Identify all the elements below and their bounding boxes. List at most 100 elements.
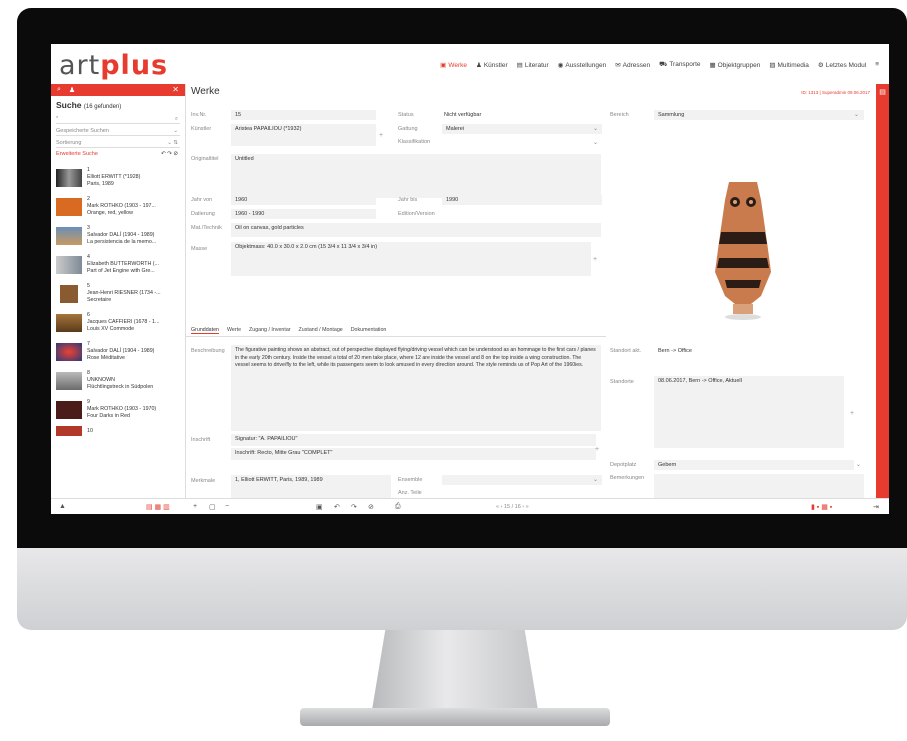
person-icon: ♟: [475, 61, 482, 69]
tab-werte[interactable]: Werte: [227, 327, 241, 334]
add-icon[interactable]: +: [593, 256, 597, 263]
nav-ausstellungen[interactable]: ◉ Ausstellungen: [558, 61, 607, 69]
description-field[interactable]: The figurative painting shows an abstrac…: [231, 345, 601, 431]
thumbnail: [56, 168, 82, 187]
gattung-select[interactable]: Malerei: [442, 124, 602, 134]
chevron-down-icon: ⌄: [173, 128, 178, 134]
search-input[interactable]: * ⌕: [56, 114, 180, 124]
top-bar: artplus ▣ Werke ♟ Künstler ▤ Literatur ◉ Aus…: [51, 44, 889, 84]
upload-icon[interactable]: ▲: [59, 503, 66, 510]
main-panel: Werke ID: 1313 | Superadmin 09.06.2017 I…: [186, 84, 876, 498]
ensemble-select[interactable]: [442, 475, 602, 485]
redo-icon[interactable]: ↷: [351, 503, 357, 511]
chevron-down-icon: ⌄: [856, 462, 862, 468]
current-location[interactable]: Bern -> Office: [658, 348, 692, 354]
add-icon[interactable]: +: [379, 132, 383, 139]
thumbnail: [56, 313, 82, 332]
right-panel-strip[interactable]: ▤: [876, 84, 889, 498]
nav-transporte[interactable]: ⛟ Transporte: [659, 60, 700, 69]
undo-icon[interactable]: ↶: [334, 503, 340, 511]
list-item[interactable]: 8 UNKNOWN Flüchtlingstreck in Südpolen: [51, 366, 185, 395]
year-to-field[interactable]: 1990: [442, 195, 602, 205]
nav-kuenstler[interactable]: ♟ Künstler: [476, 61, 508, 69]
chevron-down-icon: ⌄ ⇅: [167, 140, 178, 146]
search-icon: ⌕: [174, 116, 178, 122]
panel-icon[interactable]: ▤: [876, 88, 889, 96]
nav-objektgruppen[interactable]: ▦ Objektgruppen: [710, 61, 761, 69]
dating-field[interactable]: 1960 - 1990: [231, 209, 376, 219]
close-icon[interactable]: ✕: [172, 85, 179, 94]
nav-literatur[interactable]: ▤ Literatur: [517, 61, 549, 69]
bereich-select[interactable]: Sammlung: [654, 110, 864, 120]
save-icon[interactable]: ▣: [316, 503, 323, 511]
chevron-down-icon: ⌄: [593, 140, 599, 146]
copy-icon[interactable]: ▢: [209, 503, 216, 511]
sort-select[interactable]: Sortierung ⌄ ⇅: [56, 138, 180, 148]
monitor-chin: [17, 548, 907, 630]
thumbnail: [56, 226, 82, 245]
add-icon[interactable]: +: [595, 446, 599, 453]
tab-zugang[interactable]: Zugang / Inventar: [249, 327, 291, 334]
technique-field[interactable]: Oil on canvas, gold particles: [231, 223, 601, 237]
view-toggle-icons[interactable]: ▤ ▦ ▥: [146, 503, 170, 511]
gear-icon: ⚙: [817, 61, 824, 69]
remarks-field[interactable]: [654, 474, 864, 498]
page-title: Werke: [191, 86, 220, 97]
group-icon: ▦: [709, 61, 716, 69]
list-item[interactable]: 5 Jean-Henri RIESNER (1734 -... Secretaire: [51, 279, 185, 308]
cancel-icon[interactable]: ⊘: [368, 503, 374, 511]
media-icon: ▨: [769, 61, 776, 69]
artwork-image: [715, 182, 771, 320]
undo-redo-reset-icons: ↶ ↷ ⊘: [161, 151, 178, 157]
list-item[interactable]: 3 Salvador DALÍ (1904 - 1989) La persisten…: [51, 221, 185, 250]
thumbnail: [56, 426, 82, 436]
tab-dokumentation[interactable]: Dokumentation: [351, 327, 387, 334]
extended-search-link[interactable]: Erweiterte Suche ↶ ↷ ⊘: [56, 151, 180, 157]
saved-searches-select[interactable]: Gespeicherte Suchen ⌄: [56, 126, 180, 136]
tab-divider: [186, 336, 606, 337]
export-icons[interactable]: ▮ ▪ ▦ ▪: [811, 503, 832, 511]
original-title-field[interactable]: Untitled: [231, 154, 601, 198]
artist-field[interactable]: Aristea PAPAILIOU (*1932): [231, 124, 376, 146]
nav-letztes-modul[interactable]: ⚙ Letztes Modul: [818, 61, 866, 69]
nav-adressen[interactable]: ✉ Adressen: [615, 61, 650, 69]
artplus-logo[interactable]: artplus: [59, 50, 168, 81]
print-icon[interactable]: ⎙: [395, 503, 401, 511]
inscription-field-2[interactable]: Inschrift: Recto, Mitte Grau "COMPLET": [231, 448, 596, 460]
add-icon[interactable]: +: [850, 410, 854, 417]
merkmale-field[interactable]: 1, Elliott ERWITT, Paris, 1989, 1989: [231, 475, 391, 498]
book-icon: ▤: [516, 61, 523, 69]
inv-nr-field[interactable]: 15: [231, 110, 376, 120]
nav-werke[interactable]: ▣ Werke: [440, 61, 467, 69]
list-item[interactable]: 2 Mark ROTHKO (1903 - 197... Orange, red, …: [51, 192, 185, 221]
search-icon[interactable]: ⌕: [57, 86, 61, 94]
list-item[interactable]: 9 Mark ROTHKO (1903 - 1970) Four Darks in …: [51, 395, 185, 424]
list-item[interactable]: 10: [51, 424, 185, 438]
exhibition-icon: ◉: [557, 61, 564, 69]
status-value[interactable]: Nicht verfügbar: [444, 112, 481, 118]
menu-icon[interactable]: ≡: [875, 61, 881, 68]
year-from-field[interactable]: 1960: [231, 195, 376, 205]
tab-zustand[interactable]: Zustand / Montage: [299, 327, 343, 334]
thumbnail: [56, 371, 82, 390]
nav-multimedia[interactable]: ▨ Multimedia: [769, 61, 809, 69]
list-item[interactable]: 6 Jacques CAFFIERI (1678 - 1... Louis XV C…: [51, 308, 185, 337]
envelope-icon: ✉: [615, 61, 621, 69]
depot-select[interactable]: Gebern: [654, 460, 854, 470]
results-list: 1 Elliott ERWITT (*1928) Paris, 1989 2 Mark…: [51, 163, 185, 438]
dimensions-field[interactable]: Objektmass: 40.0 x 30.0 x 2.0 cm (15 3/4…: [231, 242, 591, 276]
thumbnail: [56, 197, 82, 216]
list-item[interactable]: 4 Elizabeth BUTTERWORTH (... Part of Jet E…: [51, 250, 185, 279]
tab-grunddaten[interactable]: Grunddaten: [191, 327, 219, 334]
add-icon[interactable]: +: [193, 503, 197, 510]
user-icon[interactable]: ♟: [69, 86, 75, 94]
list-item[interactable]: 7 Salvador DALÍ (1904 - 1989) Rose Méditat…: [51, 337, 185, 366]
detail-tabs: Grunddaten Werte Zugang / Inventar Zusta…: [191, 327, 386, 334]
list-item[interactable]: 1 Elliott ERWITT (*1928) Paris, 1989: [51, 163, 185, 192]
chevron-down-icon: ⌄: [593, 477, 599, 483]
delete-icon[interactable]: −: [225, 503, 229, 510]
pagination[interactable]: « ‹ 15 / 16 › »: [496, 504, 529, 510]
expand-icon[interactable]: ⇥: [873, 503, 879, 511]
inscription-field-1[interactable]: Signatur: "A. PAPAILIOU": [231, 434, 596, 446]
locations-field[interactable]: 08.06.2017, Bern -> Office, Aktuell: [654, 376, 844, 448]
